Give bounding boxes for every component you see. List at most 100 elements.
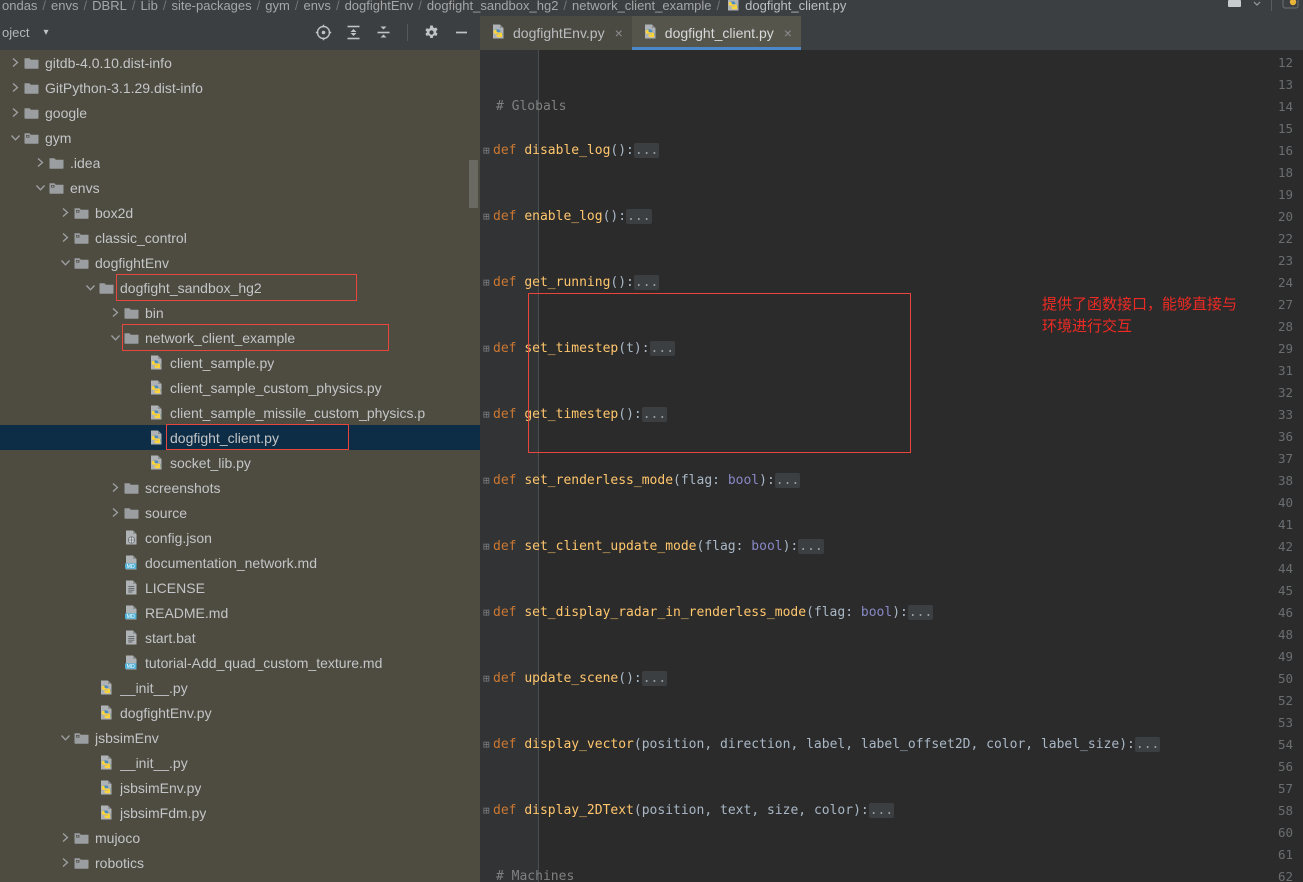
run-widget-icon[interactable]	[1227, 0, 1243, 13]
editor-tab[interactable]: dogfightEnv.py ×	[480, 16, 632, 50]
fold-expand-icon[interactable]: ⊞	[483, 668, 490, 690]
tree-row[interactable]: dogfight_client.py	[0, 425, 480, 450]
tree-row[interactable]: GitPython-3.1.29.dist-info	[0, 75, 480, 100]
code-def-line[interactable]: def set_client_update_mode(flag: bool):.…	[493, 536, 824, 558]
close-icon[interactable]: ×	[615, 26, 623, 40]
tree-row[interactable]: MD README.md	[0, 600, 480, 625]
chevron-right-icon[interactable]	[58, 200, 73, 225]
tree-row[interactable]: envs	[0, 175, 480, 200]
fold-expand-icon[interactable]: ⊞	[483, 404, 490, 426]
tree-row[interactable]: __init__.py	[0, 675, 480, 700]
folded-body-ellipsis[interactable]: ...	[641, 671, 668, 686]
tree-row[interactable]: source	[0, 500, 480, 525]
code-editor[interactable]: 12 13 14 15 16 18 19 20 22 23 24 27 28 29 31 32 33 36 37 38…	[480, 50, 1303, 882]
breadcrumb-segment[interactable]: network_client_example	[572, 0, 711, 13]
chevron-right-icon[interactable]	[8, 100, 23, 125]
breadcrumb-segment[interactable]: Lib	[140, 0, 157, 13]
breadcrumb[interactable]: ondas / envs / DBRL / Lib / site-packages / gym / en…	[0, 0, 846, 14]
breadcrumb-segment[interactable]: gym	[265, 0, 290, 13]
chevron-down-icon[interactable]: ▾	[43, 27, 48, 38]
tree-row[interactable]: client_sample_missile_custom_physics.p	[0, 400, 480, 425]
code-def-line[interactable]: def set_display_radar_in_renderless_mode…	[493, 602, 934, 624]
fold-expand-icon[interactable]: ⊞	[483, 206, 490, 228]
chevron-right-icon[interactable]	[108, 300, 123, 325]
folded-body-ellipsis[interactable]: ...	[798, 539, 824, 554]
code-def-line[interactable]: def get_timestep():...	[493, 404, 668, 426]
folded-body-ellipsis[interactable]: ...	[774, 473, 801, 488]
chevron-right-icon[interactable]	[58, 225, 73, 250]
tree-row[interactable]: LICENSE	[0, 575, 480, 600]
folded-body-ellipsis[interactable]: ...	[633, 275, 660, 290]
tree-row[interactable]: gym	[0, 125, 480, 150]
gear-icon[interactable]	[423, 24, 440, 41]
breadcrumb-segment[interactable]: ondas	[2, 0, 37, 13]
editor-tab[interactable]: dogfight_client.py ×	[631, 16, 802, 50]
chevron-right-icon[interactable]	[108, 475, 123, 500]
tree-row[interactable]: mujoco	[0, 825, 480, 850]
fold-expand-icon[interactable]: ⊞	[483, 536, 490, 558]
tree-row[interactable]: start.bat	[0, 625, 480, 650]
tree-scrollbar-thumb[interactable]	[469, 160, 478, 208]
tree-row[interactable]: network_client_example	[0, 325, 480, 350]
tree-row[interactable]: jsbsimFdm.py	[0, 800, 480, 825]
code-def-line[interactable]: def update_scene():...	[493, 668, 668, 690]
code-def-line[interactable]: def disable_log():...	[493, 140, 660, 162]
code-def-line[interactable]: def enable_log():...	[493, 206, 652, 228]
breadcrumb-segment[interactable]: envs	[303, 0, 330, 13]
tree-row[interactable]: google	[0, 100, 480, 125]
breadcrumb-segment[interactable]: envs	[51, 0, 78, 13]
chevron-down-icon[interactable]	[83, 275, 98, 300]
minimize-icon[interactable]	[453, 24, 470, 41]
code-def-line[interactable]: def set_renderless_mode(flag: bool):...	[493, 470, 801, 492]
folded-body-ellipsis[interactable]: ...	[868, 803, 895, 818]
chevron-down-icon[interactable]	[1253, 0, 1261, 13]
chevron-right-icon[interactable]	[108, 500, 123, 525]
tree-row[interactable]: gitdb-4.0.10.dist-info	[0, 50, 480, 75]
breadcrumb-segment[interactable]: dogfight_sandbox_hg2	[427, 0, 559, 13]
tree-row[interactable]: dogfightEnv.py	[0, 700, 480, 725]
code-def-line[interactable]: def display_2DText(position, text, size,…	[493, 800, 895, 822]
folded-body-ellipsis[interactable]: ...	[907, 605, 934, 620]
tree-row[interactable]: box2d	[0, 200, 480, 225]
breadcrumb-segment[interactable]: DBRL	[92, 0, 127, 13]
breadcrumb-segment[interactable]: dogfightEnv	[345, 0, 414, 13]
chevron-down-icon[interactable]	[33, 175, 48, 200]
tree-row[interactable]: client_sample_custom_physics.py	[0, 375, 480, 400]
fold-expand-icon[interactable]: ⊞	[483, 470, 490, 492]
tree-row[interactable]: __init__.py	[0, 750, 480, 775]
tree-row[interactable]: classic_control	[0, 225, 480, 250]
tree-row[interactable]: screenshots	[0, 475, 480, 500]
fold-expand-icon[interactable]: ⊞	[483, 800, 490, 822]
tree-row[interactable]: jsbsimEnv	[0, 725, 480, 750]
fold-expand-icon[interactable]: ⊞	[483, 734, 490, 756]
code-def-line[interactable]: def get_running():...	[493, 272, 660, 294]
chevron-right-icon[interactable]	[8, 75, 23, 100]
folded-body-ellipsis[interactable]: ...	[641, 407, 668, 422]
python-interpreter-icon[interactable]	[1282, 0, 1299, 14]
chevron-right-icon[interactable]	[33, 150, 48, 175]
tree-row[interactable]: dogfightEnv	[0, 250, 480, 275]
expand-all-icon[interactable]	[345, 24, 362, 41]
close-icon[interactable]: ×	[784, 26, 792, 40]
fold-expand-icon[interactable]: ⊞	[483, 272, 490, 294]
tree-row[interactable]: MD tutorial-Add_quad_custom_texture.md	[0, 650, 480, 675]
collapse-all-icon[interactable]	[375, 24, 392, 41]
editor-gutter[interactable]	[480, 50, 538, 882]
tree-row[interactable]: robotics	[0, 850, 480, 875]
code-def-line[interactable]: def set_timestep(t):...	[493, 338, 676, 360]
tree-row[interactable]: client_sample.py	[0, 350, 480, 375]
tree-row[interactable]: dogfight_sandbox_hg2	[0, 275, 480, 300]
breadcrumb-current-file[interactable]: dogfight_client.py	[745, 0, 846, 13]
folded-body-ellipsis[interactable]: ...	[626, 209, 652, 224]
chevron-down-icon[interactable]	[58, 250, 73, 275]
locate-icon[interactable]	[315, 24, 332, 41]
fold-expand-icon[interactable]: ⊞	[483, 338, 490, 360]
tree-row[interactable]: config.json	[0, 525, 480, 550]
tree-row[interactable]: .idea	[0, 150, 480, 175]
chevron-down-icon[interactable]	[58, 725, 73, 750]
tree-row[interactable]: MD documentation_network.md	[0, 550, 480, 575]
tree-row[interactable]: jsbsimEnv.py	[0, 775, 480, 800]
folded-body-ellipsis[interactable]: ...	[633, 143, 660, 158]
chevron-right-icon[interactable]	[58, 850, 73, 875]
chevron-right-icon[interactable]	[58, 825, 73, 850]
